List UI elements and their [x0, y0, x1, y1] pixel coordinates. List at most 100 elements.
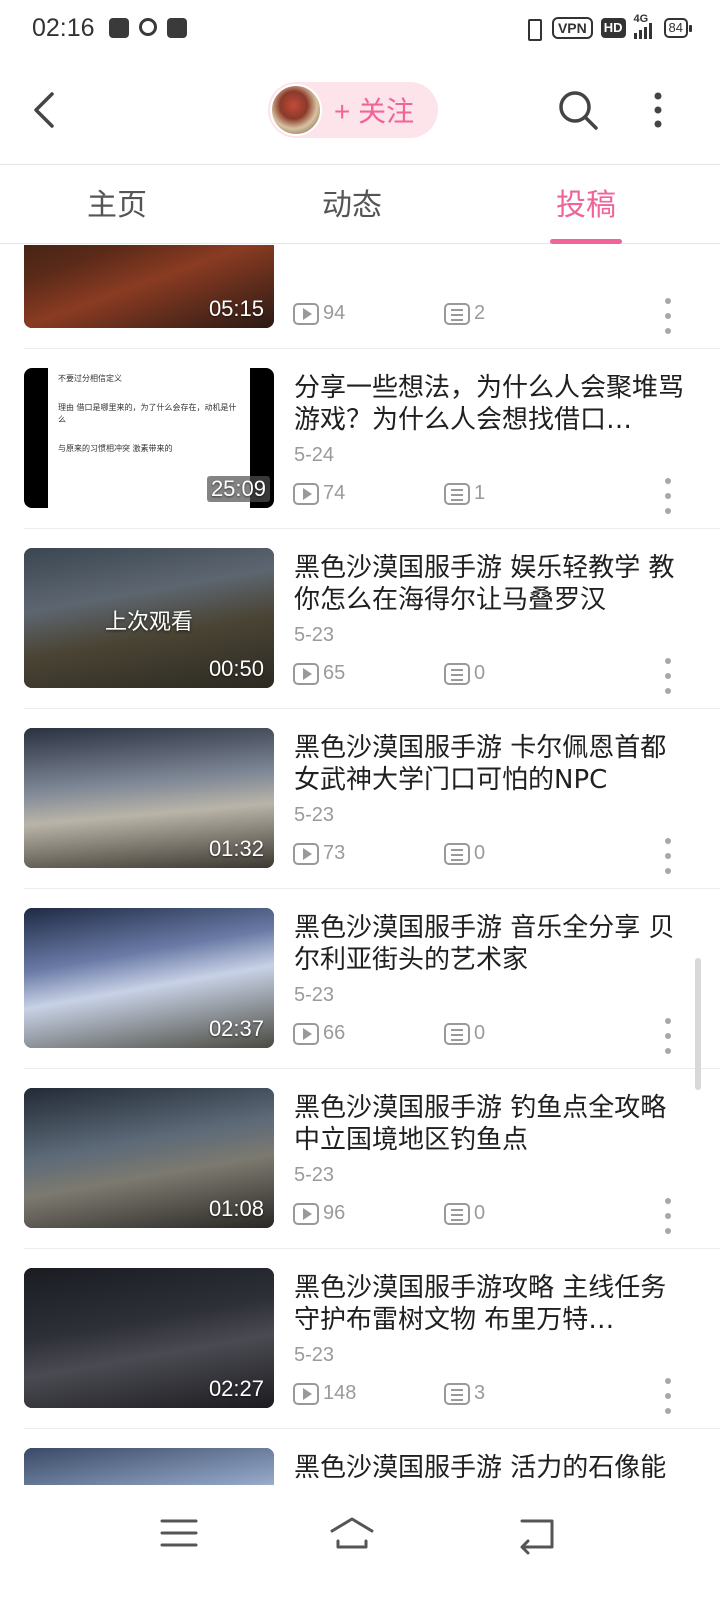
item-more-button[interactable]: [662, 1198, 674, 1234]
item-more-button[interactable]: [662, 478, 674, 514]
video-item[interactable]: 01:08 黑色沙漠国服手游 钓鱼点全攻略 中立国境地区钓鱼点 5-23 96 …: [0, 1068, 720, 1248]
comment-icon: [444, 482, 470, 505]
status-time: 02:16: [32, 13, 95, 42]
last-watched-label: 上次观看: [104, 610, 193, 635]
video-title[interactable]: 黑色沙漠国服手游 娱乐轻教学 教你怎么在海得尔让马叠罗汉: [294, 552, 684, 616]
play-count-icon: [293, 1022, 319, 1045]
video-item[interactable]: 黑色沙漠国服手游 活力的石像能恢复多少体力 没有建造的… 5-23: [0, 1428, 720, 1485]
comment-icon: [444, 662, 470, 685]
back-button[interactable]: [28, 88, 68, 132]
back-arrow-icon: [34, 92, 54, 128]
video-thumbnail[interactable]: 02:27: [24, 1268, 274, 1408]
item-more-button[interactable]: [662, 298, 674, 334]
comment-icon: [444, 302, 470, 325]
view-count: 73: [293, 842, 345, 865]
search-icon: [559, 91, 598, 130]
comment-count: 0: [444, 662, 485, 685]
play-count-icon: [293, 662, 319, 685]
video-thumbnail[interactable]: 不要过分相信定义 理由 借口是哪里来的，为了什么会存在，动机是什么 与原来的习惯…: [24, 368, 274, 508]
notification-icons: [108, 18, 187, 38]
status-indicators: VPN HD 4G 84: [522, 13, 693, 41]
video-item[interactable]: 不要过分相信定义 理由 借口是哪里来的，为了什么会存在，动机是什么 与原来的习惯…: [0, 348, 720, 528]
gallery-notification-icon: [108, 18, 129, 38]
comment-count: 2: [444, 302, 485, 325]
profile-header: + 关注: [0, 56, 720, 164]
play-count-icon: [293, 1202, 319, 1225]
video-duration: 02:27: [208, 1376, 264, 1401]
avatar[interactable]: [270, 84, 322, 136]
video-date: 5-23: [294, 984, 335, 1006]
play-count-icon: [293, 842, 319, 865]
comment-icon: [444, 1202, 470, 1225]
video-thumbnail[interactable]: 01:08: [24, 1088, 274, 1228]
video-date: 5-23: [294, 1164, 335, 1186]
video-item[interactable]: 02:37 黑色沙漠国服手游 音乐全分享 贝尔利亚街头的艺术家 5-23 66 …: [0, 888, 720, 1068]
tab-home[interactable]: 主页: [47, 165, 187, 245]
comment-count: 0: [444, 842, 485, 865]
sync-notification-icon: [138, 18, 157, 36]
more-button[interactable]: [648, 90, 668, 130]
item-more-button[interactable]: [662, 838, 674, 874]
comment-count: 1: [444, 482, 485, 505]
home-icon: [330, 1517, 374, 1549]
signal-icon: 4G: [633, 13, 652, 39]
video-thumbnail[interactable]: 05:15: [24, 245, 274, 328]
thumbnail-text: 不要过分相信定义: [58, 374, 122, 383]
video-item[interactable]: 02:27 黑色沙漠国服手游攻略 主线任务 守护布雷树文物 布里万特… 5-23…: [0, 1248, 720, 1428]
network-type: 4G: [633, 13, 649, 25]
battery-icon: 84: [663, 18, 693, 38]
search-button[interactable]: [556, 88, 600, 132]
view-count: 94: [293, 302, 345, 325]
video-duration: 02:37: [208, 1016, 264, 1041]
status-bar: 02:16 VPN HD 4G 84: [0, 0, 720, 56]
video-date: 5-23: [294, 804, 335, 826]
play-count-icon: [293, 1382, 319, 1405]
video-date: 5-24: [294, 444, 335, 466]
video-duration: 05:15: [208, 296, 264, 321]
item-more-button[interactable]: [662, 1378, 674, 1414]
video-thumbnail[interactable]: 上次观看 00:50: [24, 548, 274, 688]
system-back-button[interactable]: [514, 1511, 562, 1555]
play-count-icon: [293, 302, 319, 325]
follow-button[interactable]: + 关注: [268, 82, 438, 138]
follow-label: + 关注: [334, 96, 415, 127]
video-item[interactable]: 05:15 94 2: [0, 245, 720, 348]
view-count: 66: [293, 1022, 345, 1045]
thumbnail-text: 理由 借口是哪里来的，为了什么会存在，动机是什么: [58, 403, 237, 424]
item-more-button[interactable]: [662, 1018, 674, 1054]
more-vertical-icon: [654, 92, 662, 128]
video-title[interactable]: 黑色沙漠国服手游 卡尔佩恩首都 女武神大学门口可怕的NPC: [294, 732, 684, 796]
thumbnail-text: 与原来的习惯相冲突 激素带来的: [58, 444, 173, 453]
recent-apps-button[interactable]: [156, 1511, 204, 1555]
video-title[interactable]: 分享一些想法，为什么人会聚堆骂游戏？为什么人会想找借口…: [294, 372, 684, 436]
item-more-button[interactable]: [662, 658, 674, 694]
back-icon: [520, 1519, 554, 1555]
video-thumbnail[interactable]: [24, 1448, 274, 1485]
system-nav-bar: [0, 1485, 720, 1605]
video-date: 5-23: [294, 624, 335, 646]
hd-badge: HD: [600, 18, 626, 38]
video-item[interactable]: 01:32 黑色沙漠国服手游 卡尔佩恩首都 女武神大学门口可怕的NPC 5-23…: [0, 708, 720, 888]
tab-submissions[interactable]: 投稿: [516, 165, 656, 245]
view-count: 65: [293, 662, 345, 685]
tab-dynamics[interactable]: 动态: [282, 165, 422, 245]
video-list[interactable]: 05:15 94 2 不要过分相信定义 理由 借口是哪里来的，为了什么会存在，动…: [0, 245, 720, 1485]
vpn-badge: VPN: [551, 17, 593, 39]
video-title[interactable]: 黑色沙漠国服手游攻略 主线任务 守护布雷树文物 布里万特…: [294, 1272, 684, 1336]
video-duration: 01:08: [208, 1196, 264, 1221]
comment-count: 0: [444, 1202, 485, 1225]
video-title[interactable]: 黑色沙漠国服手游 钓鱼点全攻略 中立国境地区钓鱼点: [294, 1092, 684, 1156]
video-title[interactable]: 黑色沙漠国服手游 活力的石像能恢复多少体力 没有建造的…: [294, 1452, 684, 1485]
video-thumbnail[interactable]: 02:37: [24, 908, 274, 1048]
scrollbar[interactable]: [695, 958, 701, 1090]
video-item[interactable]: 上次观看 00:50 黑色沙漠国服手游 娱乐轻教学 教你怎么在海得尔让马叠罗汉 …: [0, 528, 720, 708]
comment-count: 0: [444, 1022, 485, 1045]
home-button[interactable]: [328, 1511, 376, 1555]
active-tab-indicator: [550, 239, 622, 244]
video-title[interactable]: 黑色沙漠国服手游 音乐全分享 贝尔利亚街头的艺术家: [294, 912, 684, 976]
profile-tabs: 主页 动态 投稿: [0, 164, 720, 244]
video-duration: 01:32: [208, 836, 264, 861]
video-thumbnail[interactable]: 01:32: [24, 728, 274, 868]
menu-icon: [160, 1519, 198, 1547]
comment-count: 3: [444, 1382, 485, 1405]
